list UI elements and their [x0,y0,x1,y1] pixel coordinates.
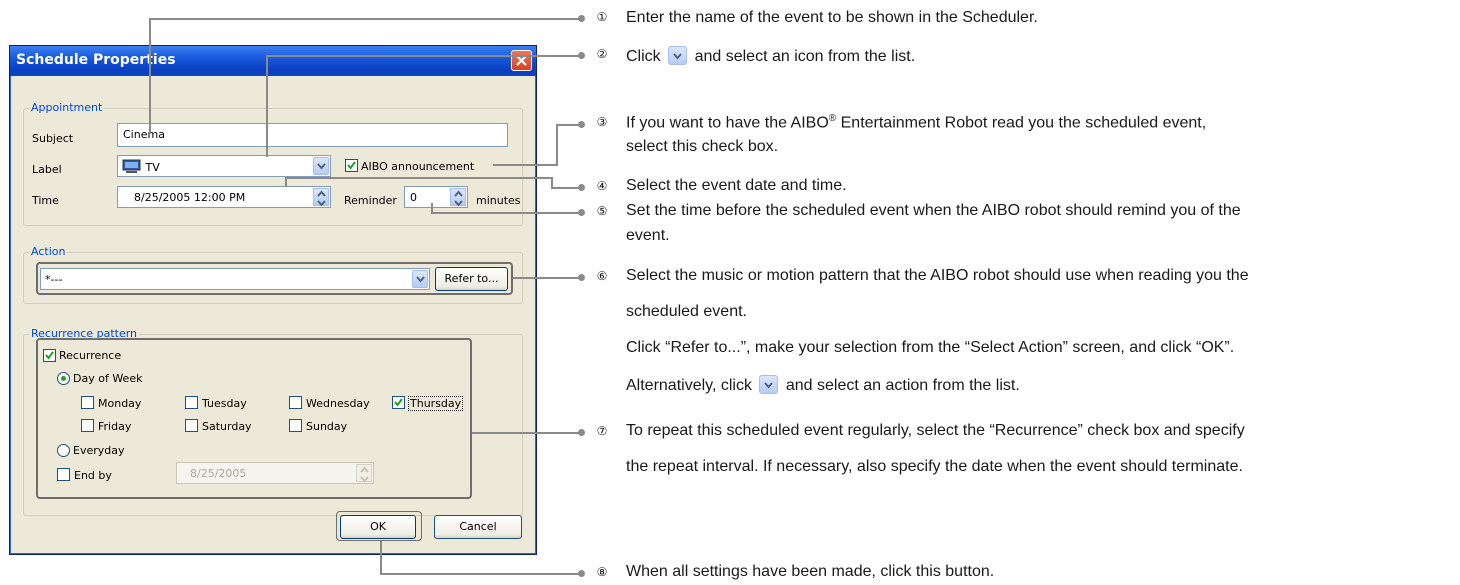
leader-line-6 [513,277,581,279]
leader-line-2 [266,55,268,157]
leader-line-7 [472,432,581,434]
callout-text-5-line1: Set the time before the scheduled event … [626,202,1241,219]
aibo-announcement-checkbox[interactable] [345,159,358,172]
leader-dot-1 [578,15,585,22]
reminder-spinner[interactable] [450,188,466,207]
reminder-value: 0 [410,191,417,204]
leader-dot-7 [578,429,585,436]
leader-dot-8 [578,570,585,577]
callout-text-2: Click and select an icon from the list. [626,46,915,66]
minutes-label: minutes [476,194,521,207]
dropdown-chevron-icon [668,46,688,65]
reminder-label: Reminder [344,194,397,207]
label-select[interactable]: TV [117,155,331,177]
time-value: 8/25/2005 12:00 PM [134,191,246,204]
callout-number-8: ⑧ [596,565,608,579]
callout-number-6: ⑥ [596,269,608,283]
tv-icon [122,159,141,173]
callout-text-6-line2: scheduled event. [626,303,747,320]
chevron-down-icon [317,163,326,170]
callout-text-5-line2: event. [626,227,670,244]
callout-number-5: ⑤ [596,204,608,218]
callout-6-before: Alternatively, click [626,377,752,394]
callout-text-7-line1: To repeat this scheduled event regularly… [626,422,1245,439]
action-group-label: Action [29,245,68,258]
dropdown-chevron-icon [759,375,779,394]
callout-text-3-line1: If you want to have the AIBO® Entertainm… [626,113,1206,132]
reminder-input[interactable]: 0 [404,186,468,208]
check-icon [347,161,356,170]
title-bar[interactable]: Schedule Properties [10,46,536,76]
ok-highlight-box [336,511,422,541]
callout-text-3-line2: select this check box. [626,138,779,155]
callout-text-7-line2: the repeat interval. If necessary, also … [626,458,1243,475]
label-dropdown-button[interactable] [313,157,329,175]
callout-number-4: ④ [596,179,608,193]
chevron-down-icon [454,200,463,207]
leader-dot-5 [578,209,585,216]
callout-number-2: ② [596,47,608,61]
leader-line-3h [493,164,558,166]
action-highlight-box [36,262,513,295]
dialog-title: Schedule Properties [16,52,176,68]
chevron-up-icon [454,190,463,197]
leader-line-5h [431,212,581,214]
label-label: Label [32,163,62,176]
callout-2-before: Click [626,48,661,65]
time-label: Time [32,194,59,207]
leader-line-1 [149,18,151,134]
leader-dot-6 [578,274,585,281]
aibo-announcement-label: AIBO announcement [361,160,475,173]
leader-dot-4 [578,184,585,191]
close-button[interactable] [511,50,532,71]
callout-3-line1-b: Entertainment Robot read you the schedul… [836,114,1207,132]
chevron-down-icon [317,200,326,207]
cancel-button[interactable]: Cancel [434,515,522,539]
callout-3-line1-a: If you want to have the AIBO [626,114,829,132]
leader-line-4h [285,177,553,179]
recurrence-highlight-box [36,338,472,499]
appointment-group-label: Appointment [29,101,105,114]
leader-line-3v [556,124,558,166]
leader-line-1h [149,18,581,20]
callout-text-6-line4: Alternatively, click and select an actio… [626,375,1020,395]
leader-dot-3 [578,121,585,128]
label-select-value: TV [145,161,160,174]
leader-line-8h [380,573,581,575]
subject-label: Subject [32,132,74,145]
time-spinner[interactable] [313,188,329,207]
callout-text-6-line3: Click “Refer to...”, make your selection… [626,339,1235,356]
callout-text-6-line1: Select the music or motion pattern that … [626,267,1249,284]
callout-text-4: Select the event date and time. [626,177,847,194]
callout-number-7: ⑦ [596,424,608,438]
subject-input[interactable]: Cinema [117,123,508,147]
leader-line-4t [551,187,581,189]
time-input[interactable]: 8/25/2005 12:00 PM [117,186,331,208]
callout-text-1: Enter the name of the event to be shown … [626,9,1038,26]
leader-line-2h [266,55,581,57]
leader-line-8v [380,541,382,575]
callout-6-after: and select an action from the list. [785,377,1020,394]
callout-number-3: ③ [596,115,608,129]
chevron-up-icon [317,190,326,197]
callout-number-1: ① [596,10,608,24]
leader-dot-2 [578,52,585,59]
callout-text-8: When all settings have been made, click … [626,563,995,580]
callout-2-after: and select an icon from the list. [694,48,916,65]
